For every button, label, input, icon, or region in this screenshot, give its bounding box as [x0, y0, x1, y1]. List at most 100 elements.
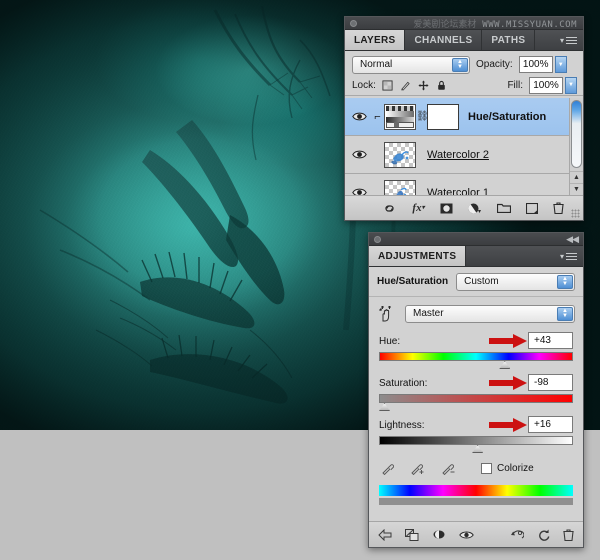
preview-eye-icon[interactable]: [459, 530, 474, 540]
scroll-up-icon[interactable]: ▲: [570, 171, 583, 183]
saturation-label: Saturation:: [379, 377, 428, 389]
opacity-chevron-down-icon[interactable]: ▼: [554, 56, 567, 73]
adjustments-panel-tabbar[interactable]: ADJUSTMENTS ▾: [369, 246, 583, 267]
toggle-layer-mask-icon[interactable]: [432, 529, 446, 540]
layers-panel-menu-icon[interactable]: ▾: [560, 35, 577, 46]
scroll-down-icon[interactable]: ▼: [570, 183, 583, 195]
saturation-track-wrap[interactable]: [379, 394, 573, 411]
new-fill-adjustment-icon[interactable]: ▾: [468, 203, 482, 214]
new-group-icon[interactable]: [496, 203, 511, 213]
lock-all-icon[interactable]: [436, 80, 447, 91]
lock-position-icon[interactable]: [418, 79, 429, 91]
resize-grip-icon[interactable]: [571, 209, 580, 218]
opacity-input[interactable]: 100%: [518, 56, 553, 73]
layer-style-fx-icon[interactable]: fx ▾: [412, 202, 424, 214]
table-row[interactable]: ⌐ ⛓ Hue/Saturation: [345, 98, 583, 136]
colorize-label: Colorize: [497, 463, 534, 474]
watermark-url-text: WWW.MISSYUAN.COM: [482, 20, 577, 30]
eye-icon[interactable]: [351, 111, 367, 122]
adjustments-bottom-toolbar[interactable]: [369, 521, 583, 547]
adjustments-panel-menu-icon[interactable]: ▾: [560, 251, 577, 262]
hue-slider-knob[interactable]: [499, 361, 511, 369]
spectrum-before-bar: [379, 485, 573, 496]
layers-bottom-toolbar[interactable]: fx ▾ ▾: [345, 195, 583, 220]
adjustments-panel-titlebar[interactable]: ◀◀: [369, 233, 583, 246]
fill-label: Fill:: [507, 79, 523, 91]
eyedropper-icon[interactable]: [381, 462, 394, 475]
saturation-input[interactable]: -98: [528, 374, 573, 391]
blend-mode-select[interactable]: Normal ▲ ▼: [352, 55, 470, 74]
eye-icon[interactable]: [351, 149, 367, 160]
lightness-track-wrap[interactable]: [379, 436, 573, 453]
hue-track[interactable]: [379, 352, 573, 361]
saturation-slider-knob[interactable]: [379, 403, 390, 411]
lightness-slider-group: Lightness: +16: [369, 411, 583, 453]
chevron-updown-icon[interactable]: ▲ ▼: [557, 274, 573, 289]
layer-mask-thumbnail[interactable]: [427, 103, 459, 130]
layers-scrollbar[interactable]: ▲ ▼: [569, 98, 583, 195]
layer-name-watercolor-2[interactable]: Watercolor 2: [416, 149, 489, 161]
return-to-adjustment-list-icon[interactable]: [378, 528, 392, 541]
scrollbar-thumb[interactable]: [571, 100, 582, 168]
scrollbar-arrows[interactable]: ▲ ▼: [570, 171, 583, 195]
lock-image-icon[interactable]: [400, 80, 411, 91]
lock-transparency-icon[interactable]: [382, 79, 393, 91]
delete-adjustment-icon[interactable]: [563, 528, 574, 541]
layers-panel-body: Normal ▲ ▼ Opacity: 100% ▼ Lock: Fill: 1…: [345, 51, 583, 220]
layer-name-hue-saturation[interactable]: Hue/Saturation: [459, 111, 546, 123]
eyedropper-add-icon[interactable]: [411, 462, 425, 475]
lightness-slider-knob[interactable]: [472, 445, 484, 453]
saturation-slider-group: Saturation: -98: [369, 369, 583, 411]
lock-buttons-group[interactable]: [382, 79, 447, 91]
layers-panel[interactable]: 爱美剧论坛素材 WWW.MISSYUAN.COM LAYERS CHANNELS…: [344, 16, 584, 221]
layer-visibility-toggle[interactable]: [347, 149, 371, 160]
link-mask-icon[interactable]: ⛓: [416, 111, 429, 122]
on-image-adjustment-hand-icon[interactable]: [379, 305, 396, 322]
eyedropper-subtract-icon[interactable]: [442, 462, 456, 475]
link-layers-icon[interactable]: [382, 204, 397, 213]
channel-value: Master: [413, 308, 444, 319]
tab-layers[interactable]: LAYERS: [345, 30, 406, 50]
hue-spectrum-bars: [369, 479, 583, 505]
clip-to-layer-icon[interactable]: [405, 528, 419, 541]
lightness-input[interactable]: +16: [528, 416, 573, 433]
adjustment-type-title: Hue/Saturation: [377, 276, 449, 287]
preset-select[interactable]: Custom ▲ ▼: [456, 272, 575, 291]
hue-label: Hue:: [379, 335, 401, 347]
panel-close-dot-icon[interactable]: [350, 20, 357, 27]
saturation-track[interactable]: [379, 394, 573, 403]
layer-list[interactable]: ⌐ ⛓ Hue/Saturation Watercolor 2 Watercol…: [345, 98, 583, 212]
hue-track-wrap[interactable]: [379, 352, 573, 369]
layers-panel-titlebar[interactable]: 爱美剧论坛素材 WWW.MISSYUAN.COM: [345, 17, 583, 30]
tab-adjustments[interactable]: ADJUSTMENTS: [369, 246, 467, 266]
channel-select[interactable]: Master ▲ ▼: [405, 304, 575, 323]
tab-channels[interactable]: CHANNELS: [405, 30, 483, 50]
hue-input[interactable]: +43: [528, 332, 573, 349]
delete-layer-icon[interactable]: [552, 202, 564, 214]
chevron-updown-icon[interactable]: ▲ ▼: [557, 306, 573, 321]
lightness-track[interactable]: [379, 436, 573, 445]
new-layer-icon[interactable]: [525, 202, 538, 214]
layers-panel-tabbar[interactable]: LAYERS CHANNELS PATHS ▾: [345, 30, 583, 51]
colorize-checkbox-row[interactable]: Colorize: [481, 463, 534, 474]
tab-paths[interactable]: PATHS: [482, 30, 536, 50]
watercolor-splash-icon: [391, 150, 409, 164]
add-layer-mask-icon[interactable]: [440, 203, 453, 214]
adjustment-layer-thumbnail[interactable]: [384, 103, 416, 130]
chevron-updown-icon[interactable]: ▲ ▼: [452, 57, 468, 72]
blend-opacity-row: Normal ▲ ▼ Opacity: 100% ▼: [345, 51, 583, 75]
fill-input[interactable]: 100%: [529, 76, 563, 94]
collapse-panel-icon[interactable]: ◀◀: [566, 235, 579, 244]
fill-chevron-down-icon[interactable]: ▼: [565, 76, 577, 94]
clipping-mask-arrow-icon: ⌐: [374, 110, 381, 123]
layer-visibility-toggle[interactable]: [347, 111, 371, 122]
colorize-checkbox[interactable]: [481, 463, 492, 474]
layer-thumbnail[interactable]: [384, 141, 416, 168]
spectrum-after-bar: [379, 498, 573, 505]
reset-previous-icon[interactable]: [510, 529, 524, 540]
table-row[interactable]: Watercolor 2: [345, 136, 583, 174]
reset-adjustment-icon[interactable]: [537, 529, 550, 541]
thumbnail-slider-icon: [386, 121, 414, 128]
panel-close-dot-icon[interactable]: [374, 236, 381, 243]
adjustments-panel[interactable]: ◀◀ ADJUSTMENTS ▾ Hue/Saturation Custom ▲…: [368, 232, 584, 548]
